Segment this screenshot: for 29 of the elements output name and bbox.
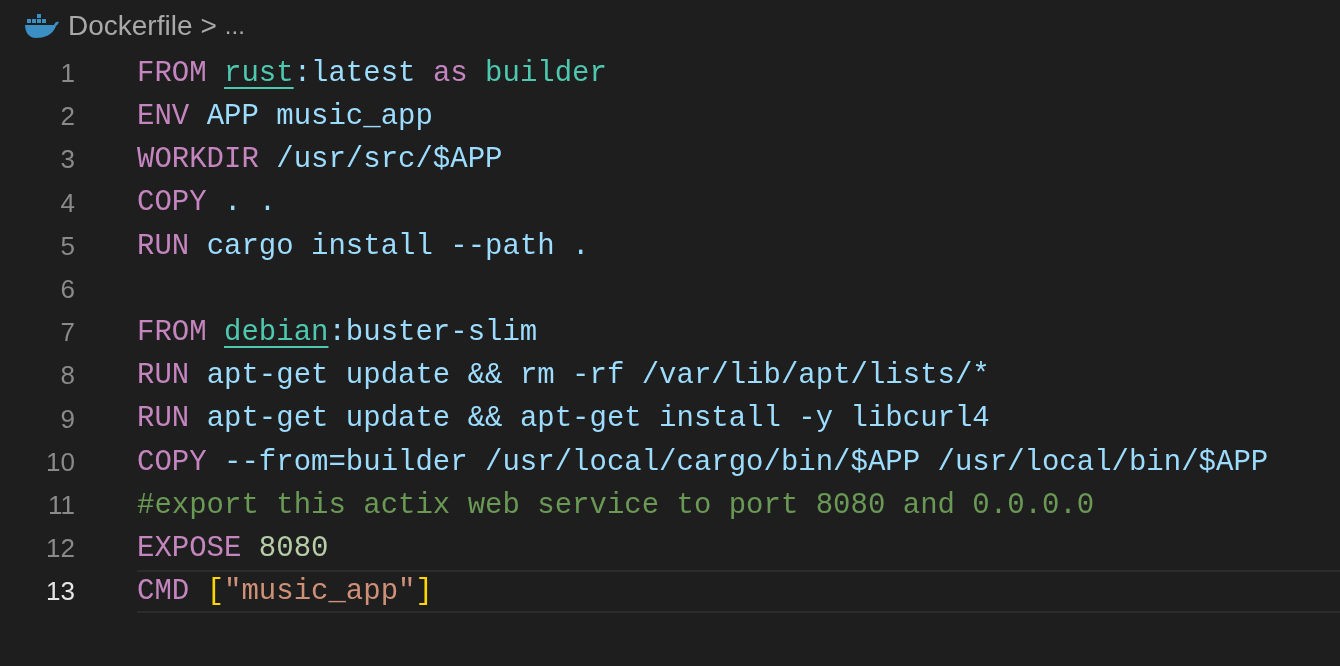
line-number: 13 [45,575,75,609]
breadcrumb-file[interactable]: Dockerfile [68,5,193,47]
line-number: 3 [59,143,75,177]
code-line: CMD ["music_app"] [137,574,433,611]
code-line: RUN apt-get update && rm -rf /var/lib/apt/lists/* [137,358,990,395]
line-number: 2 [59,100,75,134]
line-number: 7 [59,316,75,350]
line-number: 12 [45,532,75,566]
code-line: FROM rust:latest as builder [137,55,607,92]
line-number: 1 [59,57,75,91]
whale-icon [24,13,60,39]
line-number: 10 [45,445,75,479]
breadcrumb-ellipsis[interactable]: ... [224,8,245,44]
code-comment: #export this actix web service to port 8080 and 0.0.0.0 [137,487,1095,524]
code-line: COPY . . [137,185,277,222]
line-number: 5 [59,229,75,263]
code-line: COPY --from=builder /usr/local/cargo/bin/$APP /usr/local/bin/$APP [137,444,1269,481]
code-line: EXPOSE 8080 [137,530,329,567]
code-line: FROM debian:buster-slim [137,314,538,351]
line-number: 11 [47,488,75,522]
line-number: 8 [59,359,75,393]
line-number: 6 [59,273,75,307]
code-line: RUN cargo install --path . [137,228,590,265]
code-line: WORKDIR /usr/src/$APP [137,142,503,179]
code-line: ENV APP music_app [137,99,433,136]
line-number: 9 [59,402,75,436]
line-number: 4 [59,186,75,220]
code-line: RUN apt-get update && apt-get install -y libcurl4 [137,401,990,438]
breadcrumb-separator: > [200,9,217,43]
